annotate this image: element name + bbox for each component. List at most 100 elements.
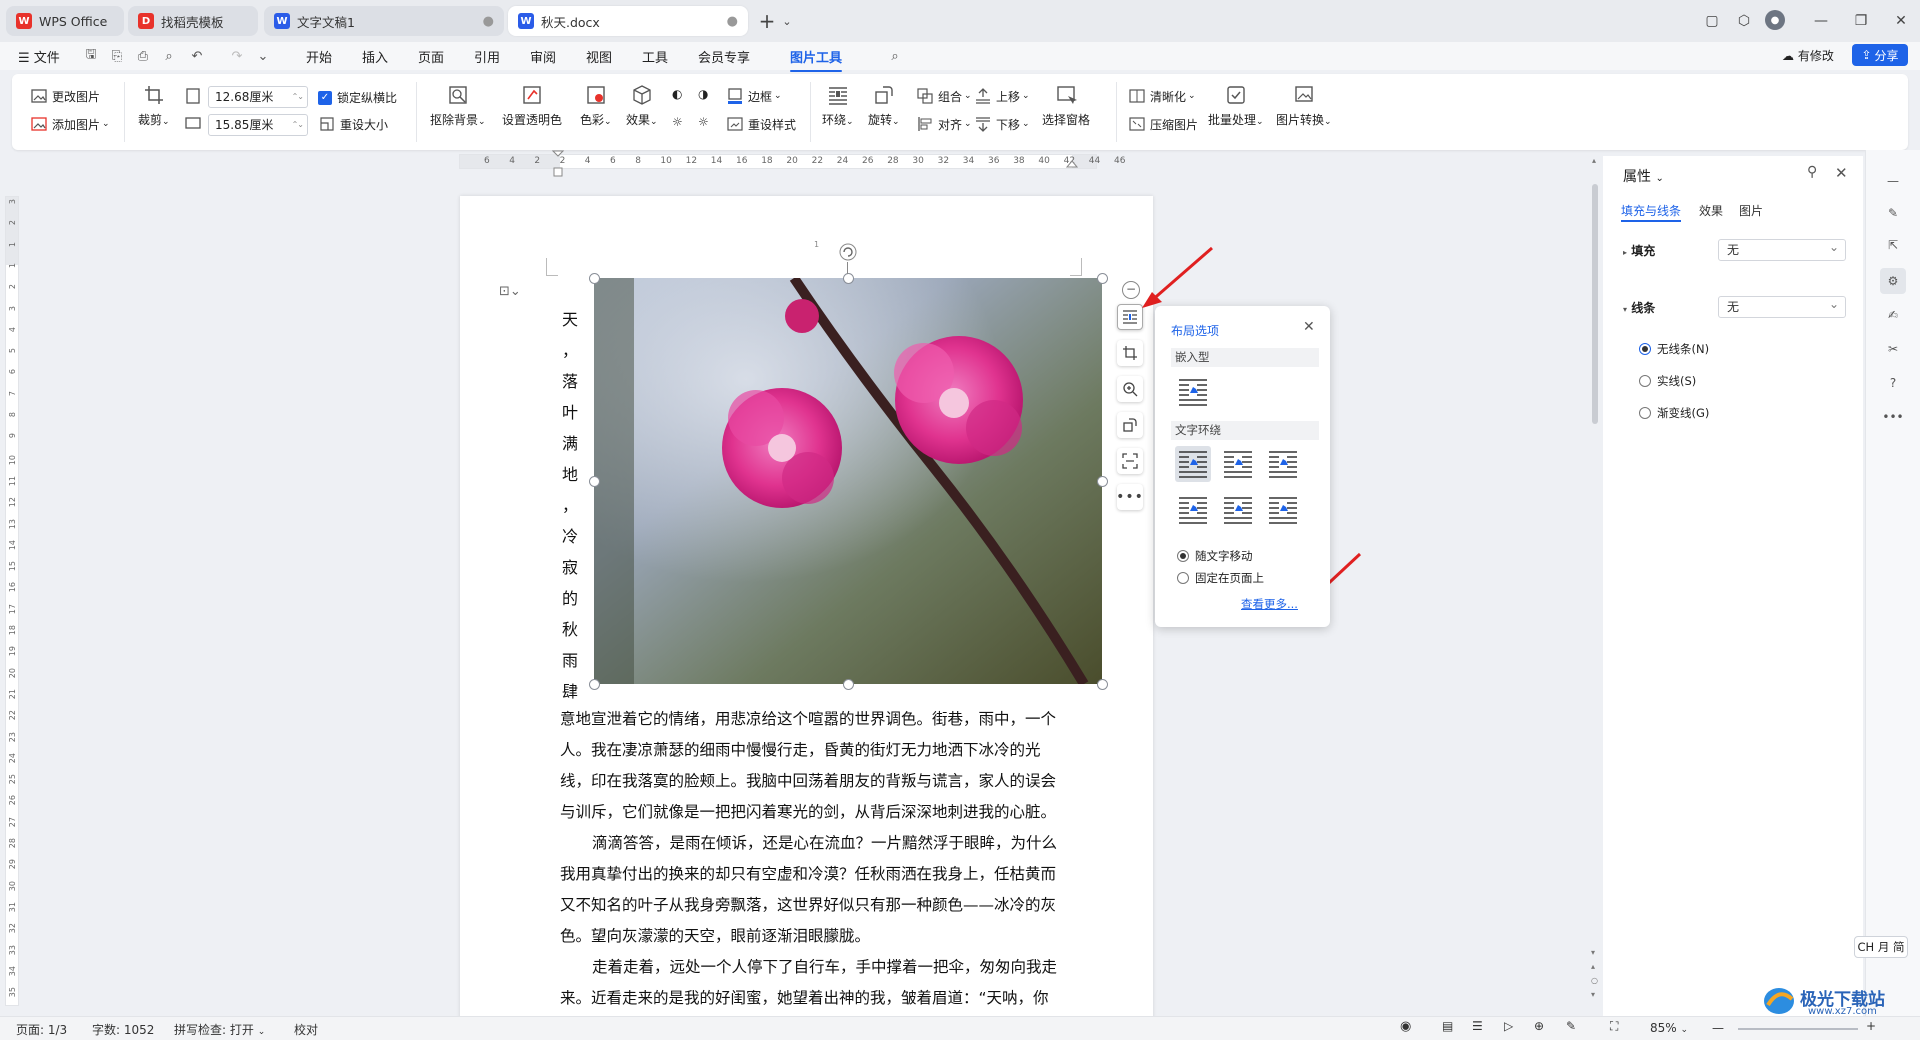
gradient-line-radio[interactable]: 渐变线(G) bbox=[1639, 405, 1709, 421]
tab-picture[interactable]: 图片 bbox=[1739, 202, 1763, 219]
indent-marker-icon[interactable] bbox=[552, 150, 564, 178]
cube-icon[interactable]: ⬡ bbox=[1733, 10, 1755, 32]
page-indicator[interactable]: 页面: 1/3 bbox=[16, 1021, 67, 1038]
ime-indicator[interactable]: CH ⽉ 简 bbox=[1854, 936, 1908, 958]
resize-handle[interactable] bbox=[1097, 476, 1108, 487]
more-icon[interactable]: ••• bbox=[1880, 404, 1906, 430]
collapse-icon[interactable]: — bbox=[1880, 168, 1906, 194]
wrap-through-option[interactable] bbox=[1265, 446, 1301, 482]
properties-settings-icon[interactable]: ⚙ bbox=[1880, 268, 1906, 294]
vertical-ruler[interactable]: 3 2 1 1 2 3 4 5 6 7 8 9 10 11 12 13 14 15 16 17 18 19 20 21 22 23… bbox=[5, 196, 19, 1006]
more-quick-access-icon[interactable]: ⌄ bbox=[254, 47, 272, 65]
menu-page[interactable]: 页面 bbox=[418, 47, 444, 66]
resize-handle[interactable] bbox=[1097, 679, 1108, 690]
menu-reference[interactable]: 引用 bbox=[474, 47, 500, 66]
tools-icon[interactable]: ✂ bbox=[1880, 336, 1906, 362]
contrast-icon[interactable]: ◑ bbox=[698, 87, 708, 101]
compress-picture-button[interactable]: 压缩图片 bbox=[1128, 115, 1198, 133]
no-line-radio[interactable]: 无线条(N) bbox=[1639, 341, 1709, 357]
tab-effects[interactable]: 效果 bbox=[1699, 202, 1723, 219]
menu-view[interactable]: 视图 bbox=[586, 47, 612, 66]
wrap-behind-text-option[interactable] bbox=[1220, 492, 1256, 528]
width-field[interactable]: 12.68厘米 bbox=[208, 86, 308, 108]
move-with-text-radio[interactable]: 随文字移动 bbox=[1177, 548, 1253, 564]
chevron-down-icon[interactable]: ⌄ bbox=[776, 10, 798, 32]
batch-process-button[interactable]: 批量处理⌄ bbox=[1208, 84, 1264, 128]
lock-ratio-checkbox[interactable]: ✓ 锁定纵横比 bbox=[318, 89, 397, 106]
edit-icon[interactable]: ✍ bbox=[1880, 302, 1906, 328]
brightness-down-icon[interactable]: ☼ bbox=[698, 115, 709, 129]
web-view-icon[interactable]: ⊕ bbox=[1534, 1019, 1544, 1033]
zoom-picture-button[interactable] bbox=[1117, 376, 1143, 402]
document-scrollbar[interactable]: ▴ ▾ ▴ ○ ▾ bbox=[1590, 156, 1600, 1016]
resize-handle[interactable] bbox=[1097, 273, 1108, 284]
scroll-nav-icon[interactable]: ▾ ▴ ○ ▾ bbox=[1591, 946, 1598, 1002]
group-button[interactable]: 组合 ⌄ bbox=[916, 87, 972, 105]
wrap-square-option[interactable] bbox=[1175, 446, 1211, 482]
close-icon[interactable]: ✕ bbox=[1835, 164, 1848, 182]
color-button[interactable]: 色彩⌄ bbox=[580, 84, 612, 128]
close-window-button[interactable]: ✕ bbox=[1890, 10, 1912, 32]
ocr-picture-button[interactable] bbox=[1117, 448, 1143, 474]
rotate-handle-icon[interactable] bbox=[838, 242, 858, 262]
menu-picture-tools[interactable]: 图片工具 bbox=[790, 47, 843, 72]
resize-handle[interactable] bbox=[589, 476, 600, 487]
line-section[interactable]: ▾ 线条 bbox=[1623, 299, 1655, 316]
tab-docer[interactable]: D 找稻壳模板 bbox=[128, 6, 258, 36]
file-menu[interactable]: ☰ 文件 bbox=[18, 47, 60, 66]
wrap-button[interactable]: 环绕⌄ bbox=[822, 84, 854, 128]
brightness-icon[interactable]: ☼ bbox=[672, 115, 683, 129]
crop-button[interactable]: 裁剪⌄ bbox=[138, 84, 170, 128]
help-icon[interactable]: ? bbox=[1880, 370, 1906, 396]
print-icon[interactable]: ⎙ bbox=[134, 47, 152, 65]
border-button[interactable]: 边框 ⌄ bbox=[726, 87, 782, 105]
pin-icon[interactable]: ⚲ bbox=[1807, 164, 1817, 180]
brightness-up-icon[interactable]: ◐ bbox=[672, 87, 682, 101]
remove-background-button[interactable]: 抠除背景⌄ bbox=[430, 84, 486, 128]
redo-icon[interactable]: ↷ bbox=[228, 47, 246, 65]
resize-handle[interactable] bbox=[843, 679, 854, 690]
tab-fill-line[interactable]: 填充与线条 bbox=[1621, 202, 1681, 219]
eye-icon[interactable]: ◉ bbox=[1400, 1019, 1411, 1034]
menu-tools[interactable]: 工具 bbox=[642, 47, 668, 66]
tab-document-1[interactable]: W 文字文稿1 ● bbox=[264, 6, 504, 36]
rotate-button[interactable]: 旋转⌄ bbox=[868, 84, 900, 128]
crop-picture-button[interactable] bbox=[1117, 340, 1143, 366]
add-picture-button[interactable]: 添加图片 ⌄ bbox=[30, 115, 110, 133]
zoom-in-icon[interactable]: + bbox=[1866, 1019, 1876, 1033]
word-count[interactable]: 字数: 1052 bbox=[92, 1021, 154, 1038]
share-button[interactable]: ⇪ 分享 bbox=[1852, 44, 1908, 66]
collapse-toolbar-button[interactable]: − bbox=[1122, 281, 1140, 299]
wrap-in-front-option[interactable] bbox=[1265, 492, 1301, 528]
print-preview-icon[interactable]: ⌕ bbox=[160, 47, 178, 65]
wrap-top-bottom-option[interactable] bbox=[1175, 492, 1211, 528]
undo-icon[interactable]: ↶ bbox=[188, 47, 206, 65]
align-button[interactable]: 对齐 ⌄ bbox=[916, 115, 972, 133]
right-indent-marker-icon[interactable] bbox=[1066, 160, 1078, 172]
pen-icon[interactable]: ✎ bbox=[1880, 200, 1906, 226]
fill-section[interactable]: ▸ 填充 bbox=[1623, 242, 1655, 259]
rotate-picture-button[interactable] bbox=[1117, 412, 1143, 438]
bring-forward-button[interactable]: 上移 ⌄ bbox=[974, 87, 1030, 105]
picture-convert-button[interactable]: 图片转换⌄ bbox=[1276, 84, 1332, 128]
reset-style-button[interactable]: 重设样式 bbox=[726, 115, 796, 133]
effects-button[interactable]: 效果⌄ bbox=[626, 84, 658, 128]
tab-autumn-docx[interactable]: W 秋天.docx ● bbox=[508, 6, 748, 36]
wrap-inline-option[interactable] bbox=[1175, 374, 1211, 410]
sharpen-button[interactable]: 清晰化 ⌄ bbox=[1128, 87, 1196, 105]
set-transparent-color-button[interactable]: 设置透明色 bbox=[502, 84, 562, 128]
zoom-slider[interactable] bbox=[1738, 1028, 1858, 1030]
pointer-icon[interactable]: ⇱ bbox=[1880, 232, 1906, 258]
reset-size-button[interactable]: 重设大小 bbox=[318, 115, 388, 133]
resize-handle[interactable] bbox=[589, 679, 600, 690]
solid-line-radio[interactable]: 实线(S) bbox=[1639, 373, 1696, 389]
page-view-icon[interactable]: ▤ bbox=[1442, 1019, 1453, 1033]
close-icon[interactable]: ● bbox=[727, 14, 738, 29]
window-layout-icon[interactable]: ▢ bbox=[1701, 10, 1723, 32]
pen-view-icon[interactable]: ✎ bbox=[1566, 1019, 1576, 1033]
resize-handle[interactable] bbox=[589, 273, 600, 284]
height-field[interactable]: 15.85厘米 bbox=[208, 114, 308, 136]
paragraph-anchor-icon[interactable]: ⊡⌄ bbox=[499, 284, 521, 299]
new-tab-button[interactable]: + bbox=[756, 9, 778, 33]
send-backward-button[interactable]: 下移 ⌄ bbox=[974, 115, 1030, 133]
